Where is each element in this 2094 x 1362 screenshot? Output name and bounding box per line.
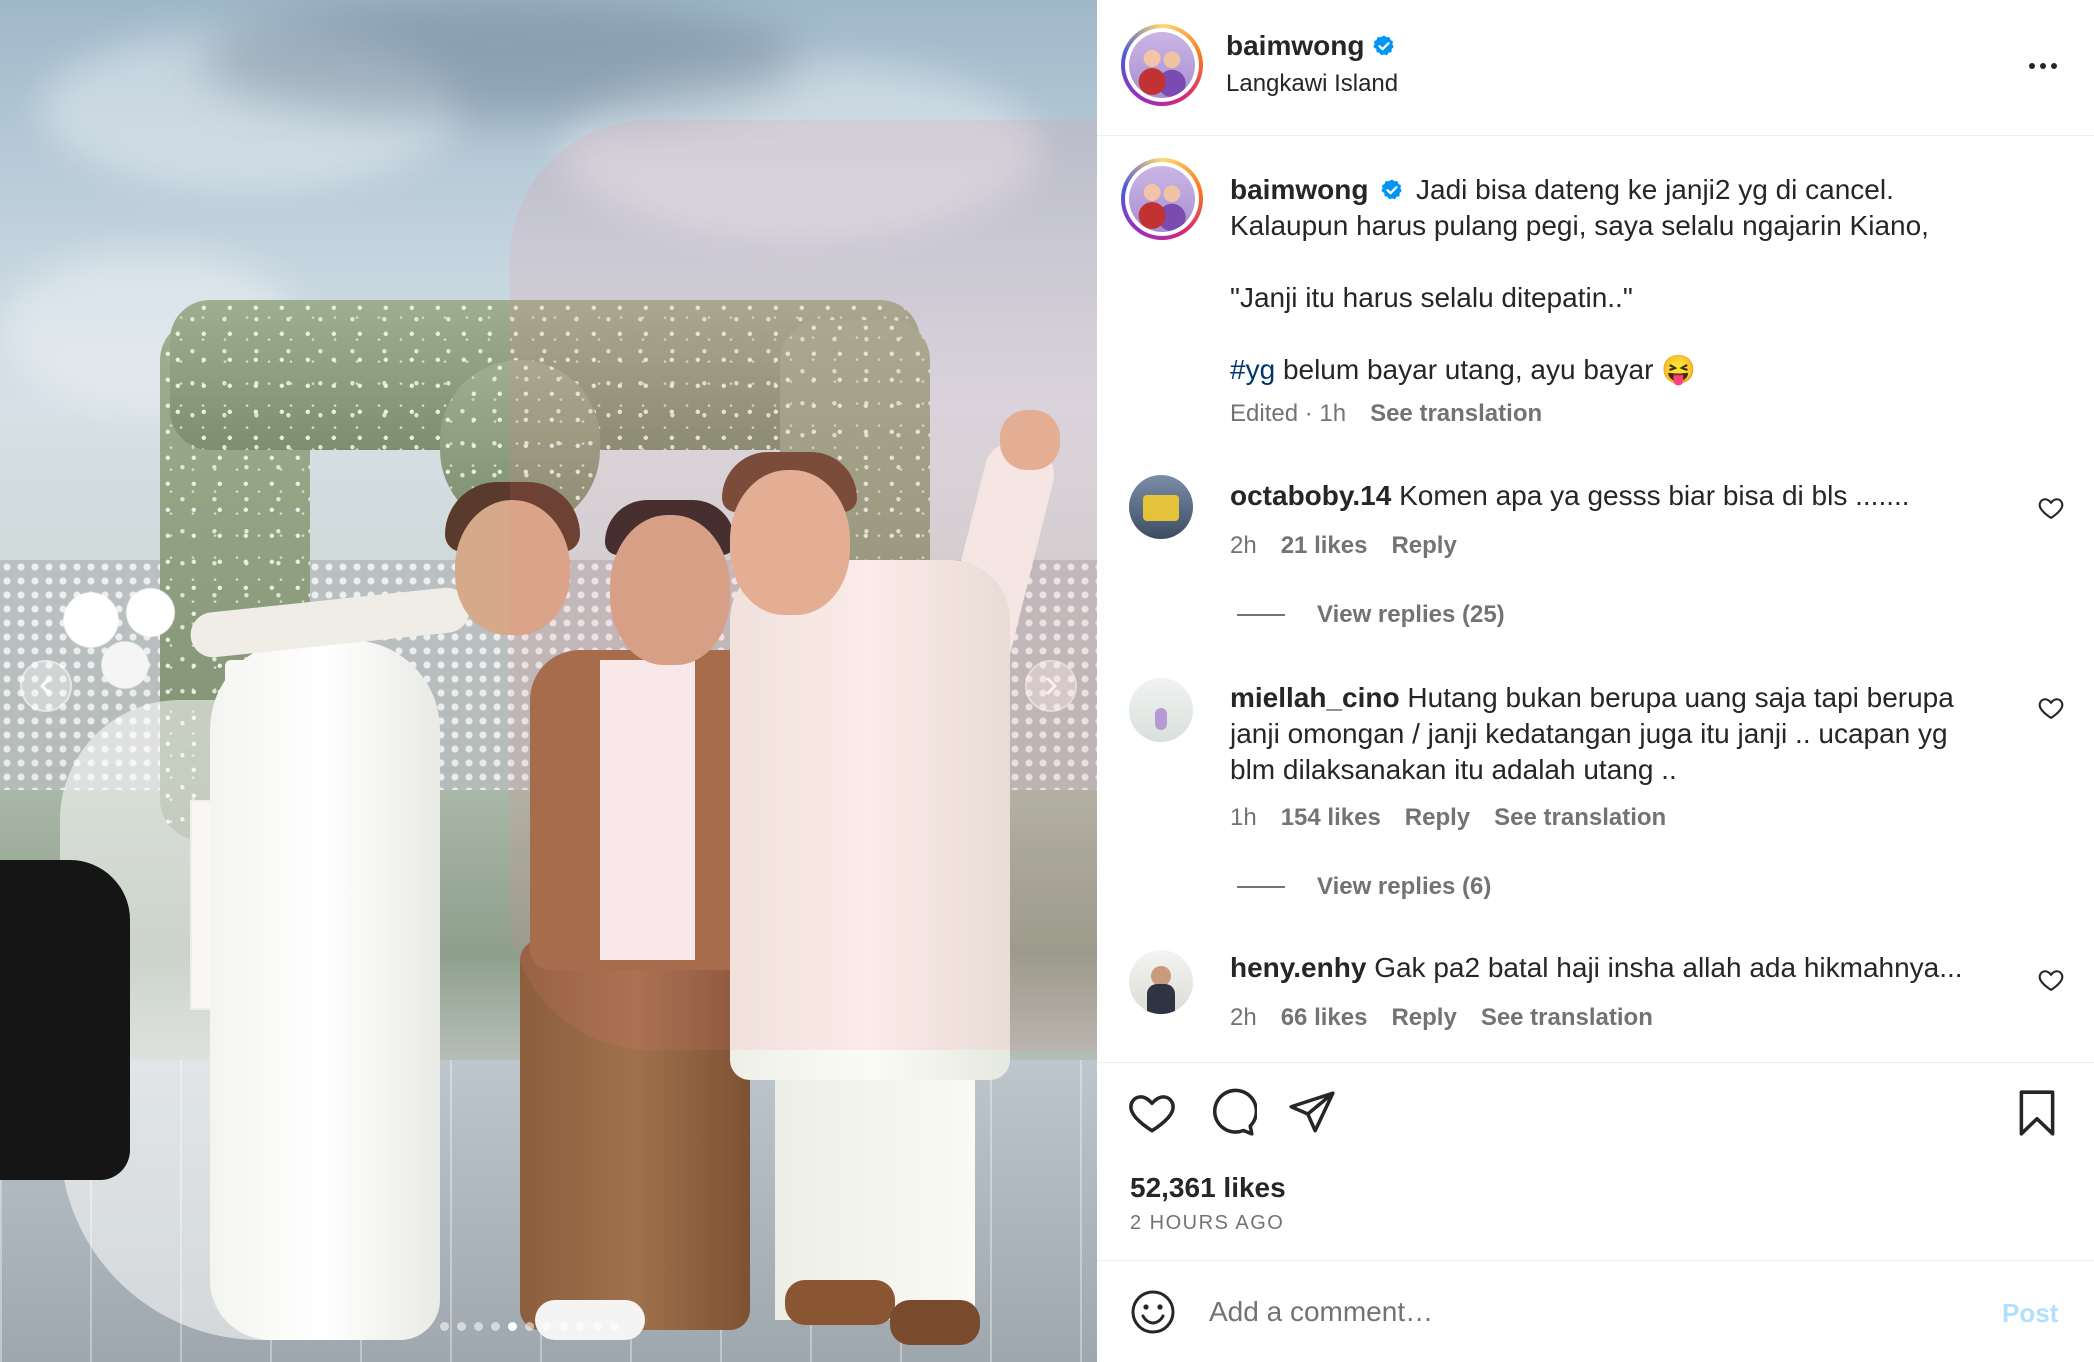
author-username-text[interactable]: baimwong	[1226, 30, 1364, 62]
post-sidebar: baimwong Langkawi Island baimwong Jadi b…	[1097, 0, 2094, 1362]
brown-shoe	[785, 1280, 895, 1325]
verified-badge-icon	[1381, 179, 1402, 200]
bride-face	[455, 500, 570, 635]
comment-text: Gak pa2 batal haji insha allah ada hikma…	[1374, 952, 1963, 983]
header-divider	[1097, 135, 2094, 136]
post-timestamp[interactable]: 2 HOURS AGO	[1130, 1212, 1284, 1235]
edited-timestamp: Edited · 1h	[1230, 400, 1347, 427]
comment-body: miellah_cino Hutang bukan berupa uang sa…	[1230, 680, 1990, 788]
carousel-dot	[457, 1322, 466, 1331]
camera-rig	[0, 860, 130, 1180]
heart-icon[interactable]	[1127, 1088, 1177, 1138]
view-replies-button[interactable]: View replies (6)	[1237, 873, 1491, 901]
carousel-dot	[474, 1322, 483, 1331]
comment-likes[interactable]: 66 likes	[1281, 1004, 1368, 1032]
carousel-dot	[491, 1322, 500, 1331]
share-icon[interactable]	[1287, 1088, 1337, 1138]
caption-quote: "Janji itu harus selalu ditepatin.."	[1230, 282, 1633, 313]
caption-username[interactable]: baimwong	[1230, 174, 1368, 205]
man-brown-suit-trousers	[520, 940, 750, 1330]
bookmark-icon[interactable]	[2012, 1088, 2062, 1138]
comment-body: heny.enhy Gak pa2 batal haji insha allah…	[1230, 950, 1990, 986]
see-translation-link[interactable]: See translation	[1370, 400, 1542, 428]
carousel-prev-button[interactable]	[20, 660, 72, 712]
view-replies-label: View replies (25)	[1317, 601, 1505, 628]
commenter-avatar[interactable]	[1129, 475, 1193, 539]
reply-button[interactable]: Reply	[1391, 1004, 1456, 1032]
carousel-dot	[525, 1322, 534, 1331]
caption-line: Kalaupun harus pulang pegi, saya selalu …	[1230, 210, 1929, 241]
post-location[interactable]: Langkawi Island	[1226, 70, 1398, 98]
replies-line	[1237, 614, 1285, 616]
groom-white-suit	[730, 560, 1010, 1080]
reply-button[interactable]: Reply	[1391, 532, 1456, 560]
more-options-icon	[2029, 63, 2035, 69]
comment-text: Komen apa ya gesss biar bisa di bls ....…	[1399, 480, 1910, 511]
chevron-left-icon	[40, 677, 51, 695]
post-comment-button[interactable]: Post	[2002, 1298, 2058, 1329]
see-translation-link[interactable]: See translation	[1494, 804, 1666, 832]
comment-input[interactable]	[1209, 1290, 1949, 1334]
likes-count[interactable]: 52,361 likes	[1130, 1172, 1286, 1204]
emoji-icon[interactable]	[1129, 1288, 1177, 1336]
view-replies-button[interactable]: View replies (25)	[1237, 601, 1505, 629]
emoji: 😝	[1661, 354, 1697, 385]
comment-meta: 2h 21 likes Reply	[1230, 532, 1457, 560]
carousel-next-button[interactable]	[1025, 660, 1077, 712]
more-options-button[interactable]	[2021, 52, 2065, 80]
comment-icon[interactable]	[1207, 1088, 1257, 1138]
bride-dress	[210, 640, 440, 1340]
caption-meta: Edited · 1h See translation	[1230, 400, 1542, 428]
groom-fist	[1000, 410, 1060, 470]
commenter-avatar[interactable]	[1129, 950, 1193, 1014]
like-comment-heart-icon[interactable]	[2037, 694, 2065, 722]
like-comment-heart-icon[interactable]	[2037, 966, 2065, 994]
verified-badge-icon	[1373, 35, 1395, 56]
brown-shoe	[890, 1300, 980, 1345]
comment-username[interactable]: miellah_cino	[1230, 682, 1400, 713]
comment-username[interactable]: octaboby.14	[1230, 480, 1391, 511]
like-comment-heart-icon[interactable]	[2037, 494, 2065, 522]
comment-body: octaboby.14 Komen apa ya gesss biar bisa…	[1230, 478, 1990, 514]
carousel-dot	[508, 1322, 517, 1331]
post-photo[interactable]	[0, 0, 1097, 1362]
comment-meta: 1h 154 likes Reply See translation	[1230, 804, 1666, 832]
groom-face	[730, 470, 850, 615]
hashtag-link[interactable]: #yg	[1230, 354, 1275, 385]
comment-likes[interactable]: 21 likes	[1281, 532, 1368, 560]
man-face	[610, 515, 730, 665]
carousel-dot	[576, 1322, 585, 1331]
replies-line	[1237, 886, 1285, 888]
chevron-right-icon	[1046, 677, 1057, 695]
view-replies-label: View replies (6)	[1317, 873, 1492, 900]
actions-divider	[1097, 1062, 2094, 1063]
author-avatar[interactable]	[1121, 24, 1203, 106]
carousel-dot	[542, 1322, 551, 1331]
see-translation-link[interactable]: See translation	[1481, 1004, 1653, 1032]
comment-likes[interactable]: 154 likes	[1281, 804, 1381, 832]
caption-author-avatar[interactable]	[1121, 158, 1203, 240]
comment-time: 2h	[1230, 1004, 1257, 1031]
reply-button[interactable]: Reply	[1405, 804, 1470, 832]
post-caption: baimwong Jadi bisa dateng ke janji2 yg d…	[1230, 172, 2030, 388]
commenter-avatar[interactable]	[1129, 678, 1193, 742]
comment-username[interactable]: heny.enhy	[1230, 952, 1366, 983]
carousel-dot	[559, 1322, 568, 1331]
author-username[interactable]: baimwong	[1226, 30, 1396, 62]
comment-meta: 2h 66 likes Reply See translation	[1230, 1004, 1653, 1032]
caption-line: Jadi bisa dateng ke janji2 yg di cancel.	[1416, 174, 1894, 205]
carousel-dot	[610, 1322, 619, 1331]
sneaker	[535, 1300, 645, 1340]
caption-line: belum bayar utang, ayu bayar	[1282, 354, 1654, 385]
carousel-dot	[440, 1322, 449, 1331]
cloud	[200, 0, 800, 120]
carousel-indicator	[440, 1322, 619, 1331]
comment-time: 1h	[1230, 804, 1257, 831]
carousel-dot	[593, 1322, 602, 1331]
composer-divider	[1097, 1260, 2094, 1261]
man-white-shirt	[600, 660, 695, 960]
comment-time: 2h	[1230, 532, 1257, 559]
